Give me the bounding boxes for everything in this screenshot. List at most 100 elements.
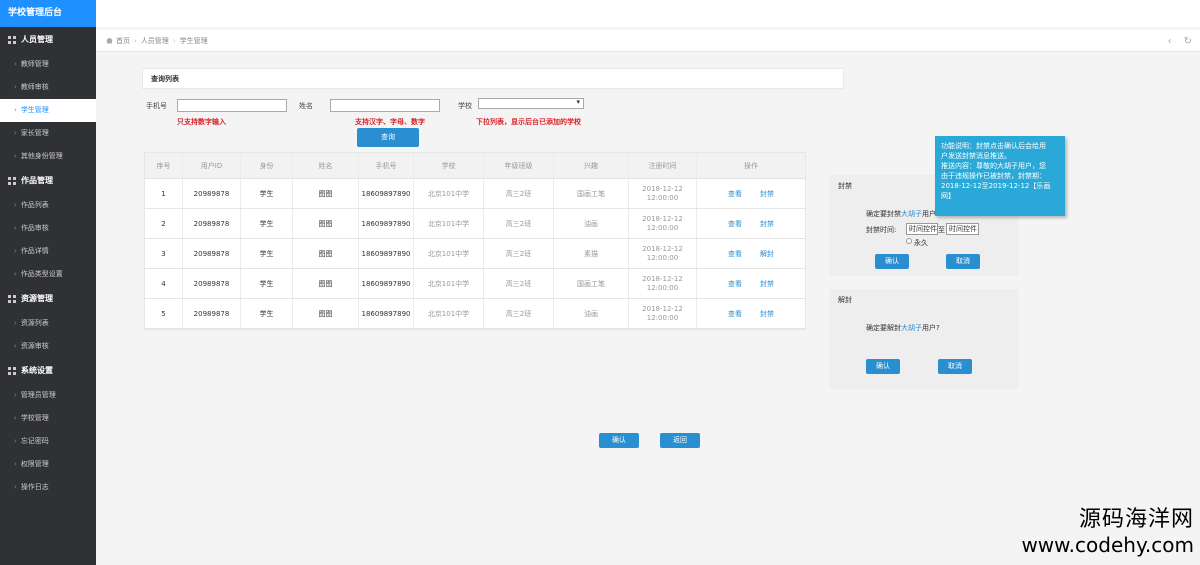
time-part: 12:00:00 (646, 193, 679, 202)
back-button[interactable]: 返回 (660, 433, 700, 448)
time-part: 12:00:00 (646, 283, 679, 292)
table-row: 1 20989878 学生 图图 18609897890 北京101中学 高三2班 国画工笔 2… (145, 179, 805, 209)
col-header-uid: 用户ID (183, 153, 241, 178)
breadcrumb-home[interactable]: 首页 (116, 36, 130, 46)
cell-phone: 18609897890 (359, 269, 414, 298)
unban-panel: 解封 确定要解封大胡子用户? 确认 取消 (830, 289, 1018, 389)
phone-input[interactable] (177, 99, 287, 112)
ban-toggle-link[interactable]: 封禁 (760, 189, 774, 199)
back-icon[interactable]: ‹ (1168, 36, 1172, 47)
grid-icon (8, 36, 16, 44)
ban-toggle-link[interactable]: 封禁 (760, 219, 774, 229)
sidebar-item-permissions[interactable]: 权限管理 (0, 453, 96, 476)
cell-uid: 20989878 (183, 209, 241, 238)
sidebar-item-parents[interactable]: 家长管理 (0, 122, 96, 145)
view-link[interactable]: 查看 (728, 249, 742, 259)
time-part: 2018-12-12 (642, 184, 683, 193)
cell-ops: 查看 解封 (697, 239, 805, 268)
unban-user-name: 大胡子 (901, 324, 922, 332)
cell-interest: 油画 (554, 299, 629, 328)
cell-no: 5 (145, 299, 183, 328)
sidebar-item-schools[interactable]: 学校管理 (0, 407, 96, 430)
ban-time-to-input[interactable]: 时间控件 (946, 223, 979, 235)
ban-panel-title: 封禁 (838, 182, 852, 190)
cell-name: 图图 (293, 239, 359, 268)
sidebar-item-works-list[interactable]: 作品列表 (0, 194, 96, 217)
refresh-icon[interactable]: ↻ (1184, 36, 1192, 47)
confirm-button[interactable]: 确认 (599, 433, 639, 448)
row-actions: 查看 封禁 (728, 279, 774, 289)
cell-register-time: 2018-12-12 12:00:00 (629, 179, 697, 208)
sidebar-item-resources-review[interactable]: 资源审核 (0, 335, 96, 358)
school-select[interactable]: ▾ (478, 98, 584, 109)
breadcrumb: 首页 › 人员管理 › 学生管理 ‹ ↻ (96, 30, 1200, 52)
sidebar-item-works-types[interactable]: 作品类型设置 (0, 263, 96, 286)
sidebar-group-settings[interactable]: 系统设置 (0, 358, 96, 384)
ban-toggle-link[interactable]: 封禁 (760, 279, 774, 289)
sidebar-item-forgot-password[interactable]: 忘记密码 (0, 430, 96, 453)
view-link[interactable]: 查看 (728, 219, 742, 229)
sidebar: 学校管理后台 人员管理 教师管理 教师审核 学生管理 家长管理 其他身份管理 作… (0, 0, 96, 565)
view-link[interactable]: 查看 (728, 309, 742, 319)
table-row: 3 20989878 学生 图图 18609897890 北京101中学 高三2班 素描 201… (145, 239, 805, 269)
cell-ops: 查看 封禁 (697, 179, 805, 208)
view-link[interactable]: 查看 (728, 189, 742, 199)
cell-school: 北京101中学 (414, 179, 484, 208)
sidebar-item-other-roles[interactable]: 其他身份管理 (0, 145, 96, 168)
table-row: 4 20989878 学生 图图 18609897890 北京101中学 高三2班 国画工笔 2… (145, 269, 805, 299)
sidebar-group-resources[interactable]: 资源管理 (0, 286, 96, 312)
phone-hint: 只支持数字输入 (177, 118, 226, 126)
col-header-ops: 操作 (744, 161, 758, 170)
unban-cancel-button[interactable]: 取消 (938, 359, 972, 374)
ban-toggle-link[interactable]: 封禁 (760, 309, 774, 319)
cell-uid: 20989878 (183, 239, 241, 268)
feature-note-line: 由于违规操作已被封禁，封禁期： (941, 172, 1046, 180)
cell-name: 图图 (293, 209, 359, 238)
cell-name: 图图 (293, 179, 359, 208)
search-button[interactable]: 查询 (357, 128, 419, 147)
ban-question: 确定要封禁大胡子用户? (866, 210, 940, 218)
col-header-time: 注册时间 (629, 153, 697, 178)
sidebar-item-resources-list[interactable]: 资源列表 (0, 312, 96, 335)
cell-ops: 查看 封禁 (697, 269, 805, 298)
cell-interest: 国画工笔 (554, 269, 629, 298)
sidebar-item-admins[interactable]: 管理员管理 (0, 384, 96, 407)
sidebar-item-teacher-review[interactable]: 教师审核 (0, 76, 96, 99)
school-label: 学校 (458, 102, 472, 110)
sidebar-item-works-detail[interactable]: 作品详情 (0, 240, 96, 263)
sidebar-item-students[interactable]: 学生管理 (0, 99, 96, 122)
sidebar-item-logs[interactable]: 操作日志 (0, 476, 96, 499)
name-hint: 支持汉字、字母、数字 (355, 118, 425, 126)
unban-confirm-button[interactable]: 确认 (866, 359, 900, 374)
ban-time-from-input[interactable]: 时间控件 (906, 223, 938, 235)
student-table: 序号 用户ID 身份 姓名 手机号 学校 年级班级 兴趣 注册时间 操作 1 20… (144, 152, 806, 330)
sidebar-group-people[interactable]: 人员管理 (0, 27, 96, 53)
query-panel-title: 查询列表 (142, 68, 844, 89)
cell-phone: 18609897890 (359, 299, 414, 328)
sidebar-group-works[interactable]: 作品管理 (0, 168, 96, 194)
cell-grade: 高三2班 (484, 269, 554, 298)
view-link[interactable]: 查看 (728, 279, 742, 289)
breadcrumb-people[interactable]: 人员管理 (141, 36, 169, 46)
grid-icon (8, 367, 16, 375)
cell-ops: 查看 封禁 (697, 209, 805, 238)
feature-note-line: 功能说明：封禁点击确认后会给用 (941, 142, 1046, 150)
forever-radio[interactable] (906, 238, 912, 244)
name-label: 姓名 (299, 102, 313, 110)
ban-time-label: 封禁时间: (866, 226, 897, 234)
sidebar-item-works-review[interactable]: 作品审核 (0, 217, 96, 240)
cell-school: 北京101中学 (414, 209, 484, 238)
sidebar-item-teachers[interactable]: 教师管理 (0, 53, 96, 76)
ban-confirm-button[interactable]: 确认 (875, 254, 909, 269)
ban-toggle-link[interactable]: 解封 (760, 249, 774, 259)
cell-no: 3 (145, 239, 183, 268)
row-actions: 查看 封禁 (728, 309, 774, 319)
cell-role: 学生 (241, 209, 293, 238)
table-row: 5 20989878 学生 图图 18609897890 北京101中学 高三2班 油画 201… (145, 299, 805, 329)
row-actions: 查看 封禁 (728, 189, 774, 199)
cell-grade: 高三2班 (484, 209, 554, 238)
col-header-name: 姓名 (293, 153, 359, 178)
ban-cancel-button[interactable]: 取消 (946, 254, 980, 269)
name-input[interactable] (330, 99, 440, 112)
cell-uid: 20989878 (183, 299, 241, 328)
